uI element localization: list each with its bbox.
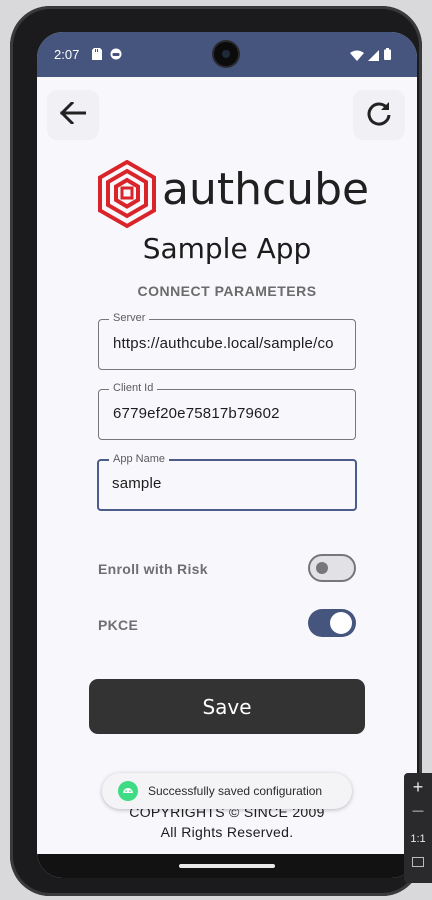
- toast-notification: Successfully saved configuration: [102, 773, 352, 809]
- section-heading: CONNECT PARAMETERS: [137, 283, 317, 299]
- pkce-label: PKCE: [98, 617, 139, 633]
- toast-message: Successfully saved configuration: [148, 784, 323, 798]
- zoom-out-button[interactable]: —: [404, 805, 432, 817]
- server-input[interactable]: https://authcube.local/sample/co: [113, 335, 351, 352]
- client-id-input[interactable]: 6779ef20e75817b79602: [113, 405, 351, 422]
- screen-icon[interactable]: [404, 857, 432, 870]
- toggle-knob: [330, 612, 352, 634]
- back-button[interactable]: [47, 90, 99, 140]
- client-id-field[interactable]: Client Id 6779ef20e75817b79602: [98, 382, 356, 440]
- wifi-icon: [350, 48, 364, 66]
- home-gesture-handle[interactable]: [179, 864, 275, 868]
- rights-text: All Rights Reserved.: [160, 824, 294, 840]
- app-name-label: App Name: [109, 453, 169, 465]
- sd-card-icon: [92, 47, 102, 65]
- status-bar: 2:07: [37, 32, 417, 77]
- authcube-logo: authcube: [97, 159, 369, 230]
- emulator-side-panel: + — 1:1: [404, 773, 432, 883]
- server-field[interactable]: Server https://authcube.local/sample/co: [98, 312, 356, 370]
- server-label: Server: [109, 312, 150, 324]
- zoom-in-button[interactable]: +: [404, 777, 432, 798]
- status-time: 2:07: [54, 47, 80, 62]
- battery-icon: [384, 47, 391, 65]
- client-id-label: Client Id: [109, 382, 158, 394]
- navigation-bar: [37, 854, 417, 878]
- app-name-field[interactable]: App Name sample: [97, 453, 357, 511]
- refresh-icon: [366, 100, 392, 131]
- refresh-button[interactable]: [353, 90, 405, 140]
- toggle-knob: [316, 562, 328, 574]
- android-status-icon: [110, 47, 122, 65]
- pkce-toggle[interactable]: [308, 609, 356, 637]
- ratio-button[interactable]: 1:1: [404, 833, 432, 845]
- android-app-icon: [118, 781, 138, 801]
- signal-icon: [368, 48, 379, 66]
- device-frame: 2:07 authcube Sample App CONNECT PARAMET…: [10, 6, 422, 896]
- app-screen: 2:07 authcube Sample App CONNECT PARAMET…: [37, 32, 417, 878]
- hexagon-logo-icon: [98, 159, 156, 229]
- app-name-input[interactable]: sample: [112, 475, 351, 492]
- enroll-with-risk-label: Enroll with Risk: [98, 561, 208, 577]
- arrow-left-icon: [59, 100, 87, 129]
- enroll-with-risk-toggle[interactable]: [308, 554, 356, 582]
- save-button[interactable]: Save: [89, 679, 365, 734]
- page-title: Sample App: [142, 232, 312, 265]
- front-camera: [214, 42, 238, 66]
- brand-name: authcube: [162, 164, 370, 215]
